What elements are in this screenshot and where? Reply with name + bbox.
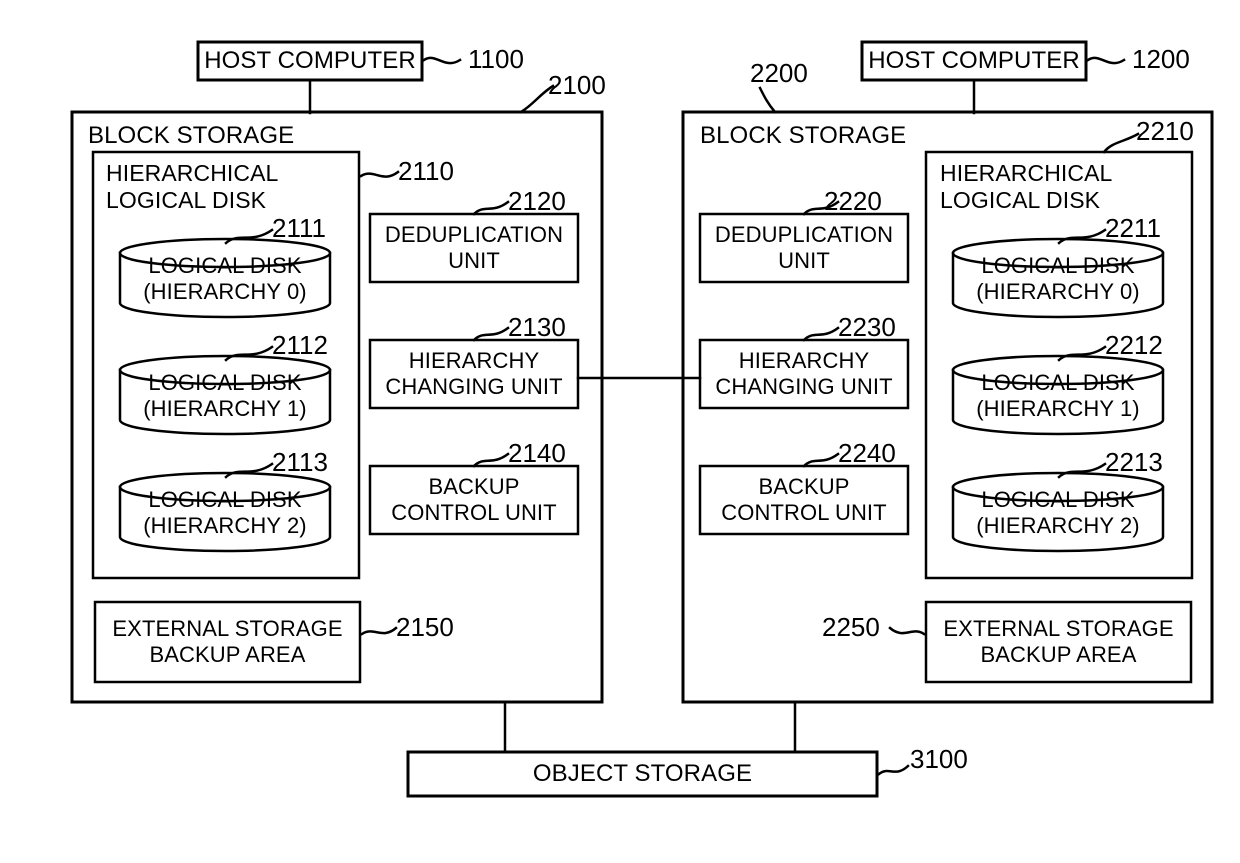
host-computer-left-label: HOST COMPUTER xyxy=(204,46,416,74)
ref-2120: 2120 xyxy=(508,186,566,216)
logical-disk-2211-label: LOGICAL DISK (HIERARCHY 0) xyxy=(976,253,1140,304)
leader-2212 xyxy=(1057,345,1107,362)
leader-2210 xyxy=(1102,132,1140,154)
ref-2220: 2220 xyxy=(824,186,882,216)
ref-2150: 2150 xyxy=(396,612,454,642)
hierarchy-changing-unit-left-label: HIERARCHY CHANGING UNIT xyxy=(385,348,563,399)
backup-control-unit-right-label: BACKUP CONTROL UNIT xyxy=(721,474,887,525)
leader-2113 xyxy=(224,462,274,479)
ref-2110: 2110 xyxy=(398,156,454,186)
backup-control-unit-left-label: BACKUP CONTROL UNIT xyxy=(391,474,557,525)
ref-2212: 2212 xyxy=(1105,330,1163,360)
ref-2240: 2240 xyxy=(838,438,896,468)
ref-2112: 2112 xyxy=(272,330,328,360)
leader-2230 xyxy=(802,326,840,342)
logical-disk-2111-label: LOGICAL DISK (HIERARCHY 0) xyxy=(143,253,307,304)
ref-2250: 2250 xyxy=(822,612,880,642)
leader-2130 xyxy=(472,326,510,342)
hierarchy-changing-unit-right-label: HIERARCHY CHANGING UNIT xyxy=(715,348,893,399)
figure-canvas: HOST COMPUTER 1100 HOST COMPUTER 1200 BL… xyxy=(0,0,1240,863)
leader-2110 xyxy=(359,170,400,178)
ref-2211: 2211 xyxy=(1105,213,1161,243)
logical-disk-2113-label: LOGICAL DISK (HIERARCHY 2) xyxy=(143,487,307,538)
leader-2140 xyxy=(472,452,510,468)
external-storage-backup-area-left-label: EXTERNAL STORAGE BACKUP AREA xyxy=(112,616,343,667)
ref-2230: 2230 xyxy=(838,312,896,342)
block-storage-left-title: BLOCK STORAGE xyxy=(88,122,295,149)
ref-3100: 3100 xyxy=(910,744,968,774)
hierarchical-logical-disk-left-title: HIERARCHICAL LOGICAL DISK xyxy=(106,160,279,214)
logical-disk-2213-label: LOGICAL DISK (HIERARCHY 2) xyxy=(976,487,1140,538)
hierarchical-logical-disk-right-title: HIERARCHICAL LOGICAL DISK xyxy=(940,160,1113,214)
ref-2210: 2210 xyxy=(1136,116,1194,146)
logical-disk-2112-label: LOGICAL DISK (HIERARCHY 1) xyxy=(143,370,307,421)
external-storage-backup-area-right-label: EXTERNAL STORAGE BACKUP AREA xyxy=(943,616,1174,667)
leader-1100 xyxy=(422,56,462,65)
ref-2130: 2130 xyxy=(508,312,566,342)
leader-1200 xyxy=(1086,56,1126,65)
leader-2240 xyxy=(802,452,840,468)
ref-1100: 1100 xyxy=(468,44,524,74)
leader-2120 xyxy=(472,200,510,216)
ref-2200: 2200 xyxy=(750,58,808,88)
deduplication-unit-left-label: DEDUPLICATION UNIT xyxy=(384,222,564,273)
leader-2150 xyxy=(360,626,398,636)
ref-2100: 2100 xyxy=(548,70,606,100)
leader-2250 xyxy=(888,626,926,636)
leader-3100 xyxy=(877,764,910,776)
object-storage-label: OBJECT STORAGE xyxy=(532,759,753,787)
leader-2211 xyxy=(1057,228,1107,245)
ref-1200: 1200 xyxy=(1132,44,1190,74)
leader-2213 xyxy=(1057,462,1107,479)
ref-2140: 2140 xyxy=(508,438,566,468)
block-storage-right-title: BLOCK STORAGE xyxy=(700,122,907,149)
ref-2213: 2213 xyxy=(1105,447,1163,477)
host-computer-right-label: HOST COMPUTER xyxy=(868,46,1080,74)
deduplication-unit-right-label: DEDUPLICATION UNIT xyxy=(714,222,894,273)
ref-2111: 2111 xyxy=(272,213,326,243)
ref-2113: 2113 xyxy=(272,447,328,477)
leader-2200 xyxy=(758,86,777,114)
logical-disk-2212-label: LOGICAL DISK (HIERARCHY 1) xyxy=(976,370,1140,421)
leader-2111 xyxy=(224,228,274,245)
leader-2112 xyxy=(224,345,274,362)
